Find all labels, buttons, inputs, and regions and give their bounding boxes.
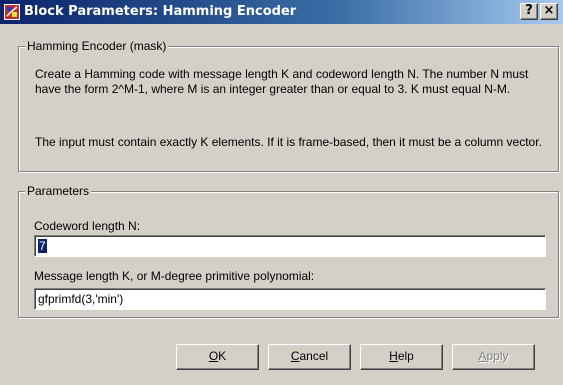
help-button[interactable]: Help [360,344,443,370]
mask-group-title: Hamming Encoder (mask) [25,39,169,53]
message-length-label: Message length K, or M-degree primitive … [34,269,315,283]
help-icon[interactable]: ? [520,3,538,20]
codeword-length-input[interactable]: 7 [34,235,546,257]
apply-button[interactable]: Apply [452,344,535,370]
parameters-group-title: Parameters [25,184,92,198]
dialog-window: Block Parameters: Hamming Encoder ? × Ha… [0,0,563,385]
codeword-length-label: Codeword length N: [34,219,141,233]
simulink-block-icon [4,4,20,20]
mask-description-group: Hamming Encoder (mask) Create a Hamming … [18,39,559,172]
window-title: Block Parameters: Hamming Encoder [24,4,297,19]
close-icon[interactable]: × [540,3,558,20]
help-label: elp [397,349,414,363]
message-length-input[interactable]: gfprimfd(3,'min') [34,288,546,310]
cancel-button[interactable]: Cancel [268,344,351,370]
title-bar[interactable]: Block Parameters: Hamming Encoder ? × [0,0,563,24]
mask-input-note-text: The input must contain exactly K element… [35,135,542,149]
apply-label: pply [486,349,509,363]
codeword-length-value: 7 [38,239,47,253]
parameters-group: Parameters Codeword length N: 7 Message … [18,184,559,318]
apply-mnemonic: A [478,349,487,363]
help-mnemonic: H [389,349,398,363]
mask-description-text: Create a Hamming code with message lengt… [35,67,529,96]
ok-button[interactable]: OK [176,344,259,370]
cancel-label: ancel [299,349,329,363]
ok-mnemonic: O [208,349,219,363]
ok-label: K [218,349,227,363]
